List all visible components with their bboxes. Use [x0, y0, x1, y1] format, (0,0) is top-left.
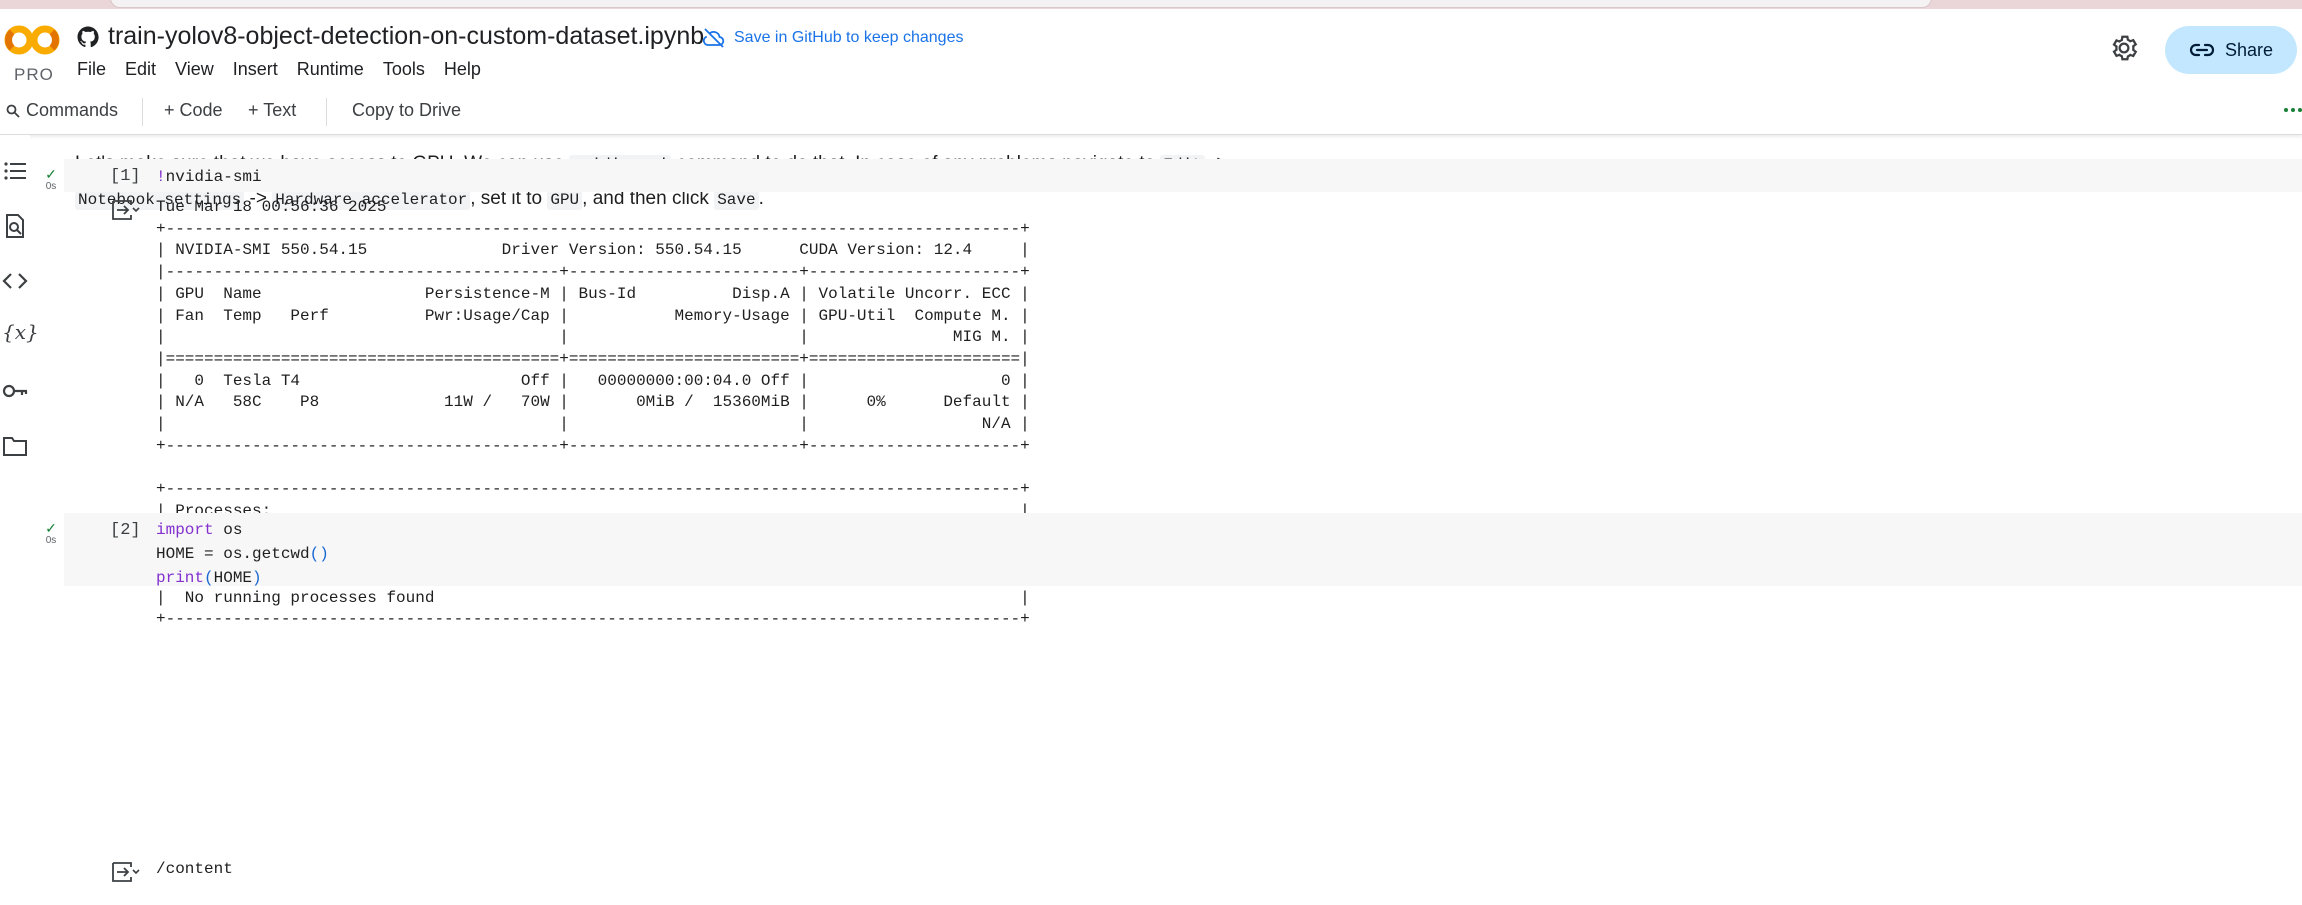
secrets-key-icon[interactable]	[2, 378, 28, 404]
copy-to-drive-label: Copy to Drive	[352, 100, 462, 120]
code-token: !	[156, 168, 166, 186]
files-folder-icon[interactable]	[2, 433, 28, 459]
menu-insert[interactable]: Insert	[233, 59, 278, 80]
find-in-notebook-icon[interactable]	[2, 213, 28, 239]
code-token: HOME	[213, 569, 253, 587]
cell-2-number[interactable]: [2]	[110, 521, 141, 540]
menu-edit[interactable]: Edit	[125, 59, 156, 80]
menu-runtime[interactable]: Runtime	[297, 59, 364, 80]
notebook-content: Let's make sure that we have access to G…	[34, 135, 2302, 905]
variables-icon[interactable]: {x}	[2, 319, 39, 345]
code-token: os	[213, 521, 243, 539]
commands-button[interactable]: Commands	[6, 100, 118, 121]
browser-tab-bar	[110, 0, 1932, 8]
colab-logo[interactable]: PRO	[4, 23, 60, 84]
menu-help[interactable]: Help	[444, 59, 481, 80]
cell-1-status: ✓ 0s	[42, 167, 60, 193]
code-cell-1[interactable]	[64, 159, 2302, 192]
code-token: nvidia-smi	[165, 168, 262, 186]
left-sidebar: {x}	[0, 135, 39, 905]
cloud-off-icon	[702, 28, 725, 48]
output-toggle-icon[interactable]	[110, 198, 140, 222]
save-in-github-link[interactable]: Save in GitHub to keep changes	[702, 25, 963, 51]
table-of-contents-icon[interactable]	[2, 158, 28, 184]
code-token: import	[156, 521, 214, 539]
cell-2-exec-time: 0s	[45, 535, 57, 546]
gear-icon[interactable]	[2109, 33, 2139, 63]
github-icon	[77, 26, 99, 48]
add-code-label: + Code	[164, 100, 223, 120]
search-icon	[6, 104, 20, 118]
share-label: Share	[2224, 39, 2274, 60]
menu-file[interactable]: File	[77, 59, 106, 80]
code-token: HOME = os.getcwd	[156, 545, 310, 563]
share-button[interactable]: Share	[2165, 26, 2297, 74]
cell-2-status: ✓ 0s	[42, 521, 60, 547]
cell-2-output: /content	[156, 860, 233, 878]
code-token: )	[252, 569, 262, 587]
browser-top-strip	[0, 0, 2302, 9]
toolbar-divider	[326, 98, 327, 126]
code-token: ()	[309, 545, 329, 563]
code-token: print	[156, 569, 205, 587]
toolbar-divider	[142, 98, 143, 126]
commands-label: Commands	[26, 100, 119, 120]
code-cell-2[interactable]	[64, 513, 2302, 586]
cell-2-code[interactable]: import os HOME = os.getcwd() print(HOME)	[156, 518, 329, 590]
code-token: (	[204, 569, 214, 587]
more-options-icon[interactable]	[2281, 108, 2302, 112]
pro-badge: PRO	[14, 65, 54, 84]
menu-bar: File Edit View Insert Runtime Tools Help	[77, 59, 500, 80]
check-icon: ✓	[45, 520, 57, 536]
add-text-label: + Text	[248, 100, 297, 120]
menu-tools[interactable]: Tools	[383, 59, 425, 80]
notebook-title[interactable]: train-yolov8-object-detection-on-custom-…	[108, 22, 704, 51]
notebook-toolbar: Commands + Code + Text Copy to Drive	[0, 90, 2302, 135]
colab-header: PRO train-yolov8-object-detection-on-cus…	[0, 9, 2302, 88]
copy-to-drive-button[interactable]: Copy to Drive	[352, 100, 461, 121]
code-snippets-icon[interactable]	[2, 268, 28, 294]
colab-logo-icon	[4, 25, 60, 55]
save-in-github-label: Save in GitHub to keep changes	[734, 29, 964, 46]
cell-1-exec-time: 0s	[45, 181, 57, 192]
check-icon: ✓	[45, 166, 57, 182]
cell-1-number[interactable]: [1]	[110, 167, 141, 186]
add-code-button[interactable]: + Code	[164, 100, 223, 121]
add-text-button[interactable]: + Text	[248, 100, 296, 121]
cell-1-code[interactable]: !nvidia-smi	[156, 165, 262, 189]
link-icon	[2189, 43, 2214, 57]
output-toggle-icon[interactable]	[110, 860, 140, 884]
menu-view[interactable]: View	[175, 59, 214, 80]
